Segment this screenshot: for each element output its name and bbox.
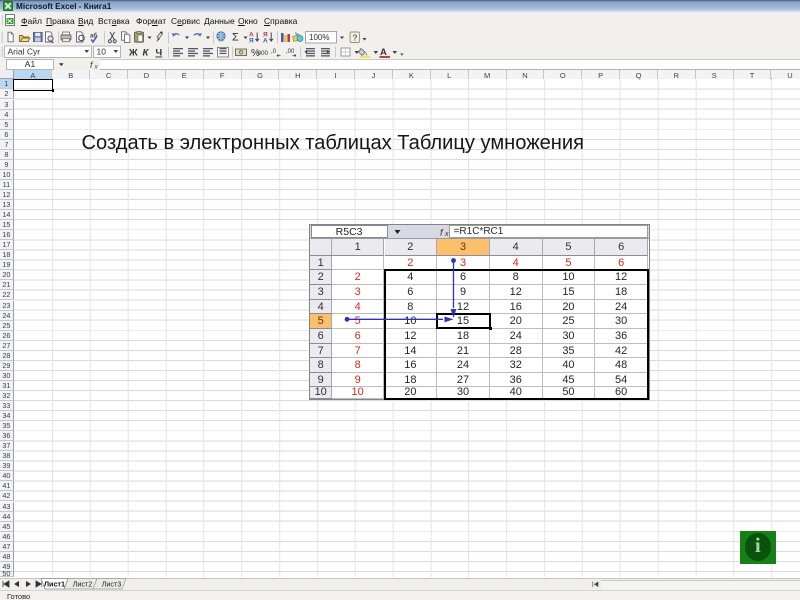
svg-text:000: 000: [258, 49, 269, 56]
svg-text:К: К: [143, 47, 150, 58]
svg-text:Arial Cyr: Arial Cyr: [8, 46, 41, 56]
svg-text:,0: ,0: [271, 49, 277, 55]
svg-text:Я: Я: [249, 37, 254, 44]
svg-text:10: 10: [97, 46, 107, 56]
svg-text:Лист3: Лист3: [102, 579, 122, 588]
svg-text:Σ: Σ: [232, 31, 239, 43]
svg-text:Лист2: Лист2: [73, 579, 93, 588]
svg-text:,00: ,00: [286, 49, 295, 55]
svg-text:100%: 100%: [309, 33, 329, 42]
svg-text:Ч: Ч: [156, 47, 163, 58]
svg-text:f: f: [90, 60, 94, 70]
svg-text:Ж: Ж: [128, 47, 138, 58]
svg-text:Лист1: Лист1: [44, 579, 65, 588]
svg-text:А: А: [263, 37, 268, 44]
svg-text:?: ?: [352, 32, 357, 42]
